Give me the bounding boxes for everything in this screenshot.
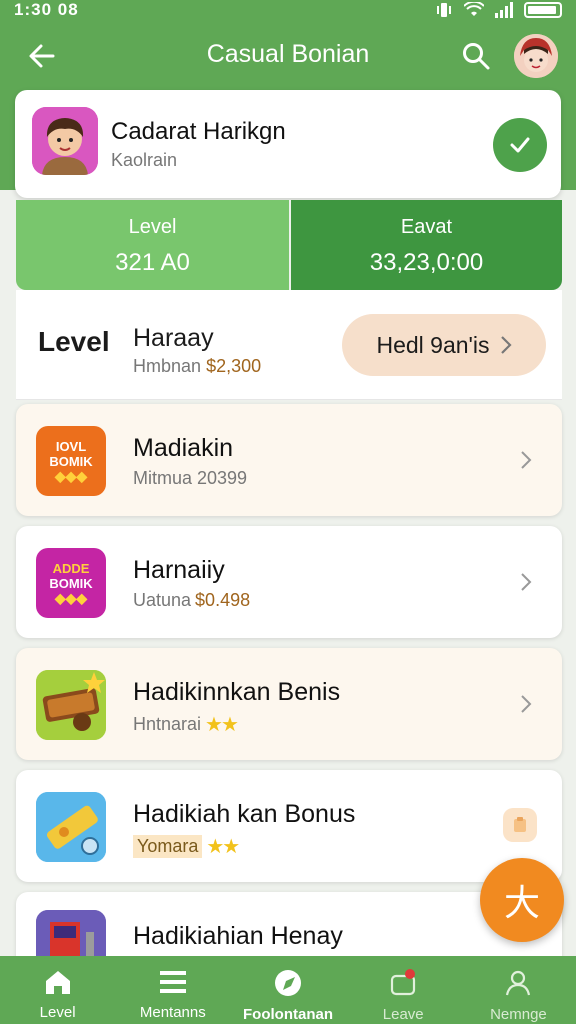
nav-item-foolontanan[interactable]: Foolontanan [230,956,345,1024]
item-title: Harnaiiy [133,556,225,584]
vibrate-icon [437,3,451,17]
bonus-sign-icon [36,670,106,740]
wifi-icon [464,2,484,16]
item-title: Hadikinnkan Benis [133,678,341,706]
person-icon [506,970,531,996]
item-icon-line2: BOMIK [49,453,93,469]
avatar-face-icon [514,34,558,78]
item-subtitle: Uatuna $0.498 [133,590,250,611]
nav-label: Level [39,1004,76,1021]
side-badge-button[interactable] [503,808,537,842]
stats-panel: Level 321 A0 Eavat 33,23,0:00 [16,200,562,290]
boy-avatar-icon [32,107,98,175]
stat-level-label: Level [128,216,177,238]
bonus-ticket-icon [36,792,106,862]
item-icon-line2: BOMIK [49,575,93,591]
list-item[interactable]: IOVL BOMIK ◆◆◆ Madiakin Mitmua 20399 [16,404,562,516]
nav-item-nemnge[interactable]: Nemnge [461,956,576,1024]
nav-label: Nemnge [490,1006,547,1023]
status-icons [434,2,562,18]
list-item[interactable]: Hadikinnkan Benis Hntnarai ★★ [16,648,562,760]
level-action-label: Hedl 9an'is [376,331,490,358]
stat-event[interactable]: Eavat 33,23,0:00 [289,200,562,290]
nav-item-level[interactable]: Level [0,956,115,1024]
list-item[interactable]: ADDE BOMIK ◆◆◆ Harnaiiy Uatuna $0.498 [16,526,562,638]
menu-icon [159,971,186,993]
user-avatar[interactable] [514,34,558,78]
clipboard-icon [514,817,526,832]
item-title: Hadikiahian Henay [133,922,343,950]
chevron-right-icon [500,336,512,354]
game-machine-icon [36,910,106,960]
item-title: Hadikiah kan Bonus [133,800,356,828]
coins-icon: ◆◆◆ [54,467,88,484]
profile-subtitle: Kaolrain [111,150,178,170]
bag-icon [391,969,416,996]
floating-action-button[interactable]: 大 [480,858,564,942]
status-time: 1:30 08 [14,0,79,19]
search-icon [463,43,490,70]
level-action-button[interactable]: Hedl 9an'is [342,314,546,376]
level-row: Level Haraay Hmbnan $2,300 Hedl 9an'is [16,290,562,400]
coins-icon: ◆◆◆ [54,589,88,606]
nav-item-leave[interactable]: Leave [346,956,461,1024]
bottom-navigation: Level Mentanns Foolontanan Leave Nemnge [0,956,576,1024]
search-button[interactable] [456,36,496,76]
item-subtitle: Hntnarai ★★ [133,712,239,737]
ticket-icon [36,792,106,862]
home-icon [45,971,70,994]
profile-card[interactable]: Cadarat Harikgn Kaolrain [15,90,561,198]
item-subtitle: Mitmua 20399 [133,468,248,488]
rating-stars-icon: ★★ [205,714,239,736]
level-title: Haraay [133,324,214,352]
wooden-sign-icon [36,670,106,740]
item-sub-prefix: Uatuna [133,590,192,610]
level-sub-amount: $2,300 [206,356,262,376]
item-title: Madiakin [133,434,234,462]
nav-label: Foolontanan [243,1006,333,1023]
stat-level[interactable]: Level 321 A0 [16,200,289,290]
rating-stars-icon: ★★ [206,836,240,858]
bonus-badge-icon: IOVL BOMIK ◆◆◆ [36,426,106,496]
nav-label: Leave [382,1006,424,1023]
chevron-right-icon [521,573,532,591]
chevron-right-icon [521,451,532,469]
item-icon-line1: IOVL [55,438,87,454]
check-icon [510,137,530,153]
verified-check-button[interactable] [493,118,547,172]
status-bar: 1:30 08 [0,0,576,24]
profile-name: Cadarat Harikgn [111,118,286,145]
stat-level-value: 321 A0 [115,249,190,276]
item-icon-line1: ADDE [52,560,90,576]
list-item[interactable]: Hadikiah kan Bonus Yomara ★★ [16,770,562,882]
profile-avatar [32,107,98,175]
item-sub-text: Hntnarai [133,714,202,734]
bonus-game-icon [36,910,106,960]
item-sub-amount: $0.498 [195,590,251,610]
item-subtitle: Yomara ★★ [133,834,240,859]
bonus-badge-icon: ADDE BOMIK ◆◆◆ [36,548,106,618]
level-subtitle: Hmbnan $2,300 [133,356,261,377]
app-bar: Casual Bonian [0,30,576,80]
compass-icon [275,970,301,996]
battery-icon [524,2,562,18]
stat-event-value: 33,23,0:00 [369,249,484,276]
nav-label: Mentanns [139,1004,206,1021]
nav-item-mentanns[interactable]: Mentanns [115,956,230,1024]
signal-icon [495,2,513,18]
chevron-right-icon [521,695,532,713]
item-sub-tag: Yomara [133,835,203,858]
level-sub-prefix: Hmbnan [133,356,202,376]
level-label: Level [38,326,110,357]
stat-event-label: Eavat [400,216,453,238]
